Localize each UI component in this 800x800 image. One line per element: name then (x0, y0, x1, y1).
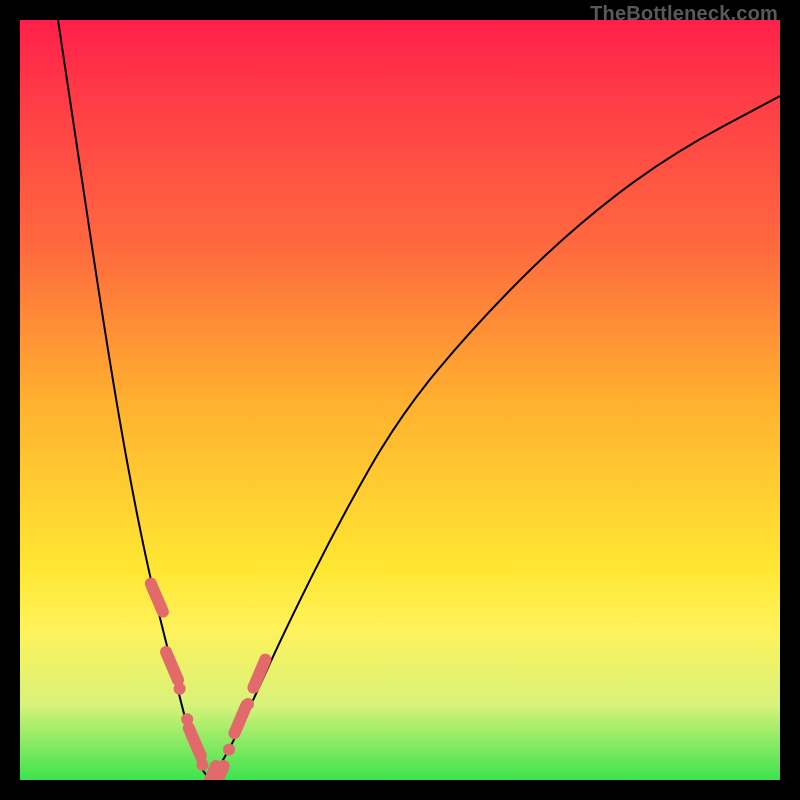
curve-layer (20, 20, 780, 780)
curve-left-arm (58, 20, 210, 780)
data-marker (253, 660, 265, 688)
plot-area (20, 20, 780, 780)
data-marker (189, 728, 201, 756)
data-marker (196, 759, 208, 771)
data-marker (234, 705, 246, 733)
data-marker (242, 698, 254, 710)
data-marker (223, 744, 235, 756)
marker-group (151, 584, 266, 780)
data-marker (174, 683, 186, 695)
chart-frame: TheBottleneck.com (0, 0, 800, 800)
data-marker (166, 652, 178, 680)
data-marker (151, 584, 163, 612)
source-label: TheBottleneck.com (590, 3, 778, 26)
curve-right-arm (210, 96, 780, 780)
